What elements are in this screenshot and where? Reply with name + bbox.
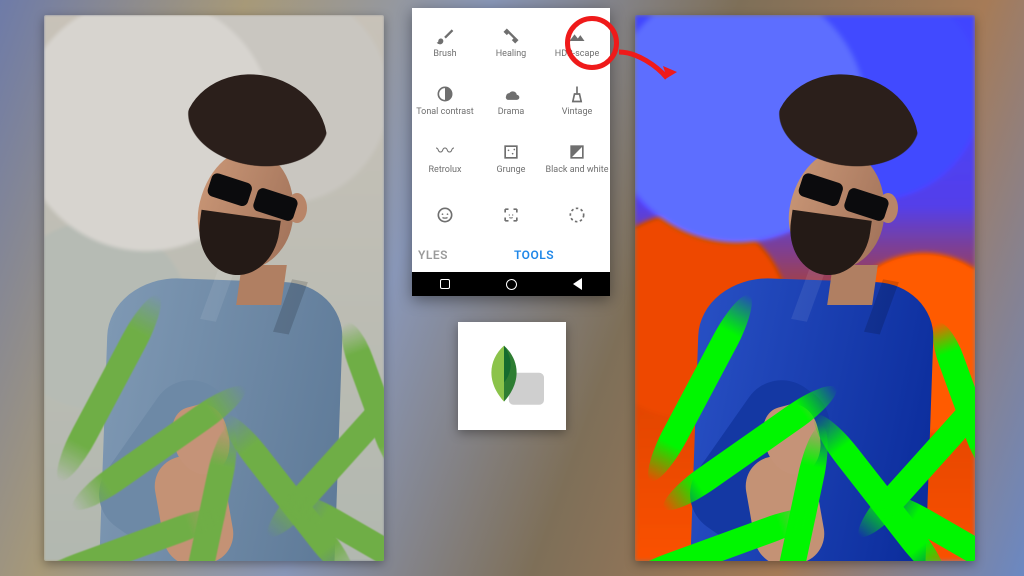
tool-retrolux[interactable]: 〰 Retrolux <box>412 130 478 188</box>
android-recent-button[interactable] <box>440 279 450 289</box>
android-back-button[interactable] <box>573 278 582 290</box>
tool-tonal-contrast[interactable]: Tonal contrast <box>412 72 478 130</box>
tool-label: Vintage <box>562 108 593 117</box>
tool-label: Retrolux <box>429 166 462 175</box>
tool-healing[interactable]: Healing <box>478 14 544 72</box>
tool-label: Drama <box>498 108 524 117</box>
tool-label: Tonal contrast <box>416 108 473 117</box>
vintage-icon <box>567 84 587 104</box>
highlight-circle <box>565 16 619 70</box>
subject-person <box>89 75 339 545</box>
tools-tab-bar: YLES TOOLS <box>412 238 610 272</box>
lens-blur-icon <box>567 205 587 225</box>
tool-drama[interactable]: Drama <box>478 72 544 130</box>
android-nav-bar <box>412 272 610 296</box>
face-pose-icon <box>501 205 521 225</box>
after-photo <box>635 15 975 561</box>
tool-grunge[interactable]: Grunge <box>478 130 544 188</box>
snapseed-logo <box>458 322 566 430</box>
highlight-arrow <box>617 48 677 88</box>
black-and-white-icon <box>567 142 587 162</box>
healing-icon <box>501 26 521 46</box>
tool-black-and-white[interactable]: Black and white <box>544 130 610 188</box>
before-photo <box>44 15 384 561</box>
tool-label: Grunge <box>497 166 526 175</box>
grunge-icon <box>501 142 521 162</box>
tool-label: Healing <box>496 50 527 59</box>
brush-icon <box>435 26 455 46</box>
tool-brush[interactable]: Brush <box>412 14 478 72</box>
tab-tools[interactable]: TOOLS <box>458 248 610 262</box>
tutorial-canvas: Brush Healing HDR-scape Tonal contrast D… <box>0 0 1024 576</box>
snapseed-leaf-icon <box>472 336 552 416</box>
tool-label: Black and white <box>546 166 609 175</box>
retrolux-icon: 〰 <box>435 142 455 162</box>
tool-vintage[interactable]: Vintage <box>544 72 610 130</box>
drama-icon <box>501 84 521 104</box>
face-icon <box>435 205 455 225</box>
tool-label: Brush <box>433 50 456 59</box>
subject-person <box>680 75 930 545</box>
tonal-contrast-icon <box>435 84 455 104</box>
tab-styles[interactable]: YLES <box>412 248 458 262</box>
android-home-button[interactable] <box>506 279 517 290</box>
